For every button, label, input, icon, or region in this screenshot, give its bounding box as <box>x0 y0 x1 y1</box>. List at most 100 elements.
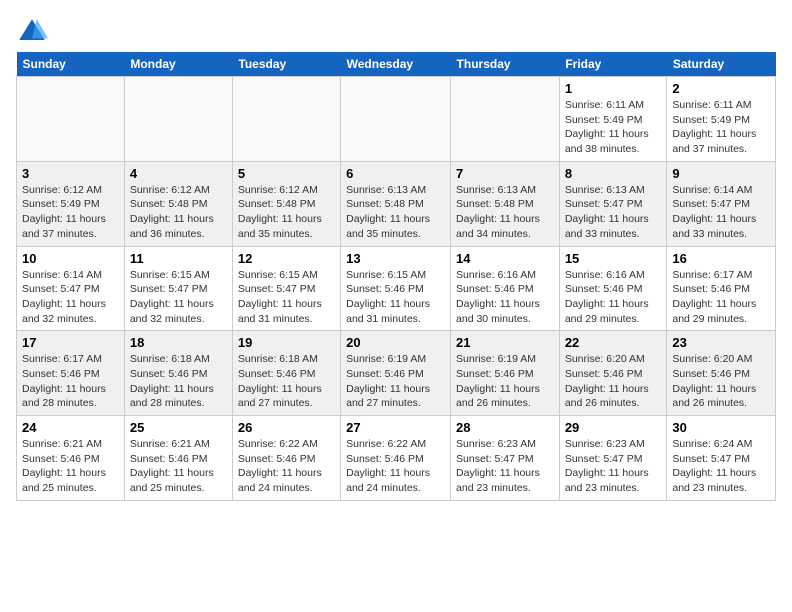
day-info: Sunrise: 6:11 AM Sunset: 5:49 PM Dayligh… <box>565 98 662 157</box>
calendar-cell: 3 Sunrise: 6:12 AM Sunset: 5:49 PM Daylig… <box>17 161 125 246</box>
day-number: 19 <box>238 335 335 350</box>
day-info: Sunrise: 6:17 AM Sunset: 5:46 PM Dayligh… <box>22 352 119 411</box>
day-number: 14 <box>456 251 554 266</box>
calendar-week-2: 3 Sunrise: 6:12 AM Sunset: 5:49 PM Daylig… <box>17 161 776 246</box>
day-number: 6 <box>346 166 445 181</box>
day-number: 26 <box>238 420 335 435</box>
day-number: 21 <box>456 335 554 350</box>
calendar-cell: 19 Sunrise: 6:18 AM Sunset: 5:46 PM Dayli… <box>232 331 340 416</box>
calendar-cell: 17 Sunrise: 6:17 AM Sunset: 5:46 PM Dayli… <box>17 331 125 416</box>
calendar-week-3: 10 Sunrise: 6:14 AM Sunset: 5:47 PM Dayli… <box>17 246 776 331</box>
calendar-cell: 11 Sunrise: 6:15 AM Sunset: 5:47 PM Dayli… <box>124 246 232 331</box>
calendar-cell <box>451 77 560 162</box>
calendar-cell: 4 Sunrise: 6:12 AM Sunset: 5:48 PM Daylig… <box>124 161 232 246</box>
day-info: Sunrise: 6:15 AM Sunset: 5:47 PM Dayligh… <box>130 268 227 327</box>
calendar-cell: 1 Sunrise: 6:11 AM Sunset: 5:49 PM Daylig… <box>559 77 667 162</box>
calendar-cell: 6 Sunrise: 6:13 AM Sunset: 5:48 PM Daylig… <box>341 161 451 246</box>
weekday-header-monday: Monday <box>124 52 232 77</box>
day-info: Sunrise: 6:11 AM Sunset: 5:49 PM Dayligh… <box>672 98 770 157</box>
day-info: Sunrise: 6:21 AM Sunset: 5:46 PM Dayligh… <box>130 437 227 496</box>
day-info: Sunrise: 6:20 AM Sunset: 5:46 PM Dayligh… <box>565 352 662 411</box>
day-info: Sunrise: 6:14 AM Sunset: 5:47 PM Dayligh… <box>22 268 119 327</box>
day-info: Sunrise: 6:17 AM Sunset: 5:46 PM Dayligh… <box>672 268 770 327</box>
day-info: Sunrise: 6:18 AM Sunset: 5:46 PM Dayligh… <box>238 352 335 411</box>
day-number: 15 <box>565 251 662 266</box>
day-number: 10 <box>22 251 119 266</box>
calendar-cell: 26 Sunrise: 6:22 AM Sunset: 5:46 PM Dayli… <box>232 416 340 501</box>
weekday-header-thursday: Thursday <box>451 52 560 77</box>
calendar-cell: 14Sunrise: 6:16 AM Sunset: 5:46 PM Dayli… <box>451 246 560 331</box>
calendar-cell: 23Sunrise: 6:20 AM Sunset: 5:46 PM Dayli… <box>667 331 776 416</box>
calendar-cell: 30Sunrise: 6:24 AM Sunset: 5:47 PM Dayli… <box>667 416 776 501</box>
weekday-header-friday: Friday <box>559 52 667 77</box>
calendar-cell: 8 Sunrise: 6:13 AM Sunset: 5:47 PM Daylig… <box>559 161 667 246</box>
day-number: 2 <box>672 81 770 96</box>
calendar-cell: 18 Sunrise: 6:18 AM Sunset: 5:46 PM Dayli… <box>124 331 232 416</box>
weekday-header-saturday: Saturday <box>667 52 776 77</box>
day-info: Sunrise: 6:23 AM Sunset: 5:47 PM Dayligh… <box>565 437 662 496</box>
calendar-cell <box>17 77 125 162</box>
calendar-week-1: 1 Sunrise: 6:11 AM Sunset: 5:49 PM Daylig… <box>17 77 776 162</box>
day-number: 13 <box>346 251 445 266</box>
calendar-cell: 25Sunrise: 6:21 AM Sunset: 5:46 PM Dayli… <box>124 416 232 501</box>
day-number: 9 <box>672 166 770 181</box>
calendar-cell: 29Sunrise: 6:23 AM Sunset: 5:47 PM Dayli… <box>559 416 667 501</box>
calendar-cell: 7 Sunrise: 6:13 AM Sunset: 5:48 PM Daylig… <box>451 161 560 246</box>
weekday-header-tuesday: Tuesday <box>232 52 340 77</box>
calendar-cell: 24 Sunrise: 6:21 AM Sunset: 5:46 PM Dayli… <box>17 416 125 501</box>
day-number: 5 <box>238 166 335 181</box>
day-number: 4 <box>130 166 227 181</box>
day-info: Sunrise: 6:19 AM Sunset: 5:46 PM Dayligh… <box>456 352 554 411</box>
day-info: Sunrise: 6:12 AM Sunset: 5:48 PM Dayligh… <box>130 183 227 242</box>
day-info: Sunrise: 6:16 AM Sunset: 5:46 PM Dayligh… <box>565 268 662 327</box>
calendar-cell: 12Sunrise: 6:15 AM Sunset: 5:47 PM Dayli… <box>232 246 340 331</box>
day-number: 1 <box>565 81 662 96</box>
day-info: Sunrise: 6:13 AM Sunset: 5:48 PM Dayligh… <box>346 183 445 242</box>
day-number: 11 <box>130 251 227 266</box>
weekday-header-sunday: Sunday <box>17 52 125 77</box>
calendar-cell: 5Sunrise: 6:12 AM Sunset: 5:48 PM Daylig… <box>232 161 340 246</box>
day-number: 17 <box>22 335 119 350</box>
day-info: Sunrise: 6:22 AM Sunset: 5:46 PM Dayligh… <box>346 437 445 496</box>
day-number: 24 <box>22 420 119 435</box>
calendar-cell: 15 Sunrise: 6:16 AM Sunset: 5:46 PM Dayli… <box>559 246 667 331</box>
day-info: Sunrise: 6:13 AM Sunset: 5:48 PM Dayligh… <box>456 183 554 242</box>
calendar-cell <box>124 77 232 162</box>
logo <box>16 16 52 48</box>
day-number: 12 <box>238 251 335 266</box>
day-info: Sunrise: 6:19 AM Sunset: 5:46 PM Dayligh… <box>346 352 445 411</box>
calendar-cell: 21 Sunrise: 6:19 AM Sunset: 5:46 PM Dayli… <box>451 331 560 416</box>
calendar-cell <box>232 77 340 162</box>
day-info: Sunrise: 6:22 AM Sunset: 5:46 PM Dayligh… <box>238 437 335 496</box>
day-info: Sunrise: 6:18 AM Sunset: 5:46 PM Dayligh… <box>130 352 227 411</box>
day-info: Sunrise: 6:20 AM Sunset: 5:46 PM Dayligh… <box>672 352 770 411</box>
calendar-table: SundayMondayTuesdayWednesdayThursdayFrid… <box>16 52 776 501</box>
calendar-cell: 20 Sunrise: 6:19 AM Sunset: 5:46 PM Dayli… <box>341 331 451 416</box>
day-info: Sunrise: 6:23 AM Sunset: 5:47 PM Dayligh… <box>456 437 554 496</box>
day-number: 22 <box>565 335 662 350</box>
day-number: 16 <box>672 251 770 266</box>
day-info: Sunrise: 6:14 AM Sunset: 5:47 PM Dayligh… <box>672 183 770 242</box>
calendar-cell: 28 Sunrise: 6:23 AM Sunset: 5:47 PM Dayli… <box>451 416 560 501</box>
calendar-week-4: 17 Sunrise: 6:17 AM Sunset: 5:46 PM Dayli… <box>17 331 776 416</box>
day-info: Sunrise: 6:21 AM Sunset: 5:46 PM Dayligh… <box>22 437 119 496</box>
day-info: Sunrise: 6:13 AM Sunset: 5:47 PM Dayligh… <box>565 183 662 242</box>
day-info: Sunrise: 6:12 AM Sunset: 5:49 PM Dayligh… <box>22 183 119 242</box>
calendar-week-5: 24 Sunrise: 6:21 AM Sunset: 5:46 PM Dayli… <box>17 416 776 501</box>
weekday-header-wednesday: Wednesday <box>341 52 451 77</box>
calendar-cell: 10 Sunrise: 6:14 AM Sunset: 5:47 PM Dayli… <box>17 246 125 331</box>
day-number: 28 <box>456 420 554 435</box>
day-number: 20 <box>346 335 445 350</box>
calendar-cell: 22 Sunrise: 6:20 AM Sunset: 5:46 PM Dayli… <box>559 331 667 416</box>
calendar-cell: 9 Sunrise: 6:14 AM Sunset: 5:47 PM Daylig… <box>667 161 776 246</box>
calendar-cell: 13Sunrise: 6:15 AM Sunset: 5:46 PM Dayli… <box>341 246 451 331</box>
day-number: 27 <box>346 420 445 435</box>
day-number: 8 <box>565 166 662 181</box>
calendar-cell <box>341 77 451 162</box>
day-number: 3 <box>22 166 119 181</box>
day-number: 30 <box>672 420 770 435</box>
day-number: 7 <box>456 166 554 181</box>
page-header <box>16 16 776 48</box>
logo-icon <box>16 16 48 48</box>
day-number: 18 <box>130 335 227 350</box>
